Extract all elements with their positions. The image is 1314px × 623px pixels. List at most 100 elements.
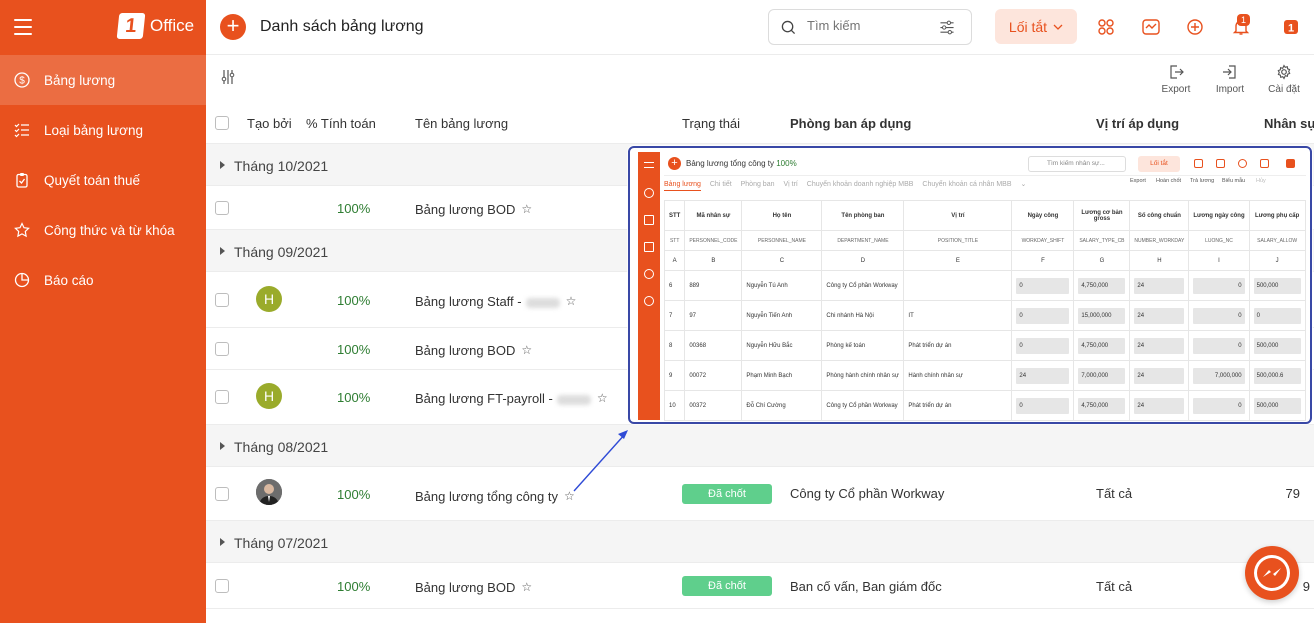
avatar[interactable]: H <box>256 383 282 409</box>
messenger-chat-button[interactable] <box>1245 546 1299 600</box>
sidebar-header: 1 Office <box>0 0 206 55</box>
preview-cell: Nguyễn Hữu Bắc <box>741 330 823 361</box>
search-box[interactable] <box>768 9 972 45</box>
sidebar-item-label: Loại bảng lương <box>44 122 143 138</box>
preview-cell: 7,000,000 <box>1193 367 1245 384</box>
search-input[interactable] <box>807 18 927 33</box>
column-created-by[interactable]: Tạo bởi <box>247 116 292 131</box>
caret-right-icon <box>220 161 225 169</box>
avatar[interactable] <box>256 479 282 505</box>
payroll-name[interactable]: Bảng lương Staff - ☆ <box>415 294 576 309</box>
select-all-checkbox[interactable] <box>215 116 229 130</box>
payroll-name-text: Bảng lương FT-payroll - <box>415 391 553 406</box>
messenger-icon <box>1254 555 1290 591</box>
chevron-down-icon <box>1053 24 1063 30</box>
preview-action: Export <box>1130 178 1146 184</box>
group-row[interactable]: Tháng 08/2021 <box>206 425 1314 467</box>
preview-tab: Chi tiết <box>709 181 732 188</box>
payroll-name[interactable]: Bảng lương BOD ☆ <box>415 580 532 595</box>
add-circle-icon[interactable] <box>1185 17 1205 37</box>
group-row[interactable]: Tháng 07/2021 <box>206 521 1314 563</box>
column-staff[interactable]: Nhân sự <box>1264 116 1314 131</box>
preview-shortcut: Lối tắt <box>1138 156 1180 172</box>
preview-cell: 500,000 <box>1253 277 1301 294</box>
row-checkbox[interactable] <box>215 201 229 215</box>
column-name[interactable]: Tên bảng lương <box>415 116 508 131</box>
star-icon[interactable]: ☆ <box>521 202 532 216</box>
column-calc-pct[interactable]: % Tính toán <box>306 116 376 131</box>
filter-sliders-icon[interactable] <box>939 20 955 35</box>
preview-clipboard-icon <box>644 242 654 252</box>
preview-cell: 500,000 <box>1253 337 1301 354</box>
payroll-name[interactable]: Bảng lương tổng công ty ☆ <box>415 489 575 504</box>
apps-grid-icon[interactable] <box>1096 17 1116 37</box>
preview-letter: C <box>741 250 823 271</box>
preview-title: Bảng lương tổng công ty 100% <box>686 159 797 168</box>
preview-tab: Chuyển khoản doanh nghiệp MBB <box>806 181 914 188</box>
preview-letter: B <box>684 250 743 271</box>
activity-chart-icon[interactable] <box>1141 17 1161 37</box>
settings-button[interactable]: Cài đặt <box>1261 64 1307 95</box>
preview-cell: 0 <box>1016 307 1070 324</box>
column-position[interactable]: Vị trí áp dụng <box>1096 116 1179 131</box>
preview-action: Biểu mẫu <box>1222 178 1246 184</box>
preview-cell: 00072 <box>684 360 743 391</box>
caret-right-icon <box>220 442 225 450</box>
preview-cell: 00372 <box>684 390 743 421</box>
import-button[interactable]: Import <box>1207 64 1253 95</box>
row-checkbox[interactable] <box>215 390 229 404</box>
payroll-name[interactable]: Bảng lương FT-payroll - ☆ <box>415 391 608 406</box>
row-checkbox[interactable] <box>215 579 229 593</box>
preview-letter: D <box>821 250 905 271</box>
star-icon[interactable]: ☆ <box>597 391 608 405</box>
group-label: Tháng 07/2021 <box>234 535 329 551</box>
brand-app-icon[interactable]: 1 <box>1281 17 1301 37</box>
export-icon <box>1170 65 1184 79</box>
preview-th: Lương phụ cấp <box>1248 200 1306 231</box>
table-header: Tạo bởi % Tính toán Tên bảng lương Trạng… <box>206 102 1314 144</box>
sidebar-item-formulas[interactable]: Công thức và từ khóa <box>0 205 206 255</box>
sidebar-item-reports[interactable]: Báo cáo <box>0 255 206 305</box>
person-photo-icon <box>256 479 282 505</box>
preview-activity-icon <box>1216 159 1225 168</box>
payroll-name[interactable]: Bảng lương BOD ☆ <box>415 343 532 358</box>
detail-preview-screenshot: + Bảng lương tổng công ty 100% Tìm kiếm … <box>628 146 1312 424</box>
table-row[interactable]: 100% Bảng lương BOD ☆ Đã chốt Ban cố vấn,… <box>206 563 1314 609</box>
payroll-name[interactable]: Bảng lương BOD ☆ <box>415 202 532 217</box>
preview-cell: 24 <box>1134 397 1185 414</box>
row-checkbox[interactable] <box>215 342 229 356</box>
shortcut-dropdown[interactable]: Lối tắt <box>995 9 1077 44</box>
preview-title-text: Bảng lương tổng công ty <box>686 159 774 168</box>
preview-sidebar <box>638 152 660 420</box>
row-checkbox[interactable] <box>215 487 229 501</box>
sidebar-item-tax-settlement[interactable]: Quyết toán thuế <box>0 155 206 205</box>
sidebar-item-payroll[interactable]: $ Bảng lương <box>0 55 206 105</box>
avatar[interactable]: H <box>256 286 282 312</box>
sidebar-item-payroll-types[interactable]: Loại bảng lương <box>0 105 206 155</box>
calc-pct: 100% <box>337 201 371 216</box>
payroll-name-text: Bảng lương Staff - <box>415 294 522 309</box>
preview-cell: 7 <box>663 300 686 331</box>
top-header: + Danh sách bảng lương Lối tắt 1 1 <box>206 0 1314 55</box>
logo[interactable]: 1 Office <box>116 13 194 39</box>
export-button[interactable]: Export <box>1153 64 1199 95</box>
hamburger-menu-icon[interactable] <box>14 19 32 35</box>
preview-code: SALARY_TYPE_CB <box>1073 230 1131 251</box>
position-cell: Tất cả <box>1096 486 1133 501</box>
star-icon[interactable]: ☆ <box>521 580 532 594</box>
gear-icon <box>1277 64 1291 80</box>
row-checkbox[interactable] <box>215 293 229 307</box>
svg-text:1: 1 <box>1288 23 1294 35</box>
preview-cell: 500,000 <box>1253 397 1301 414</box>
preview-cell: 4,750,000 <box>1078 277 1126 294</box>
preview-cell: Nguyễn Tú Anh <box>741 270 823 301</box>
column-settings-icon[interactable] <box>220 69 236 85</box>
star-icon[interactable]: ☆ <box>566 294 577 308</box>
column-status[interactable]: Trạng thái <box>682 116 740 131</box>
add-button[interactable]: + <box>220 14 246 40</box>
column-department[interactable]: Phòng ban áp dụng <box>790 116 911 131</box>
star-icon[interactable]: ☆ <box>521 343 532 357</box>
preview-title-pct: 100% <box>776 159 797 168</box>
department-cell: Công ty Cổ phần Workway <box>790 486 945 501</box>
table-row[interactable]: 100% Bảng lương tổng công ty ☆ Đã chốt Cô… <box>206 467 1314 521</box>
